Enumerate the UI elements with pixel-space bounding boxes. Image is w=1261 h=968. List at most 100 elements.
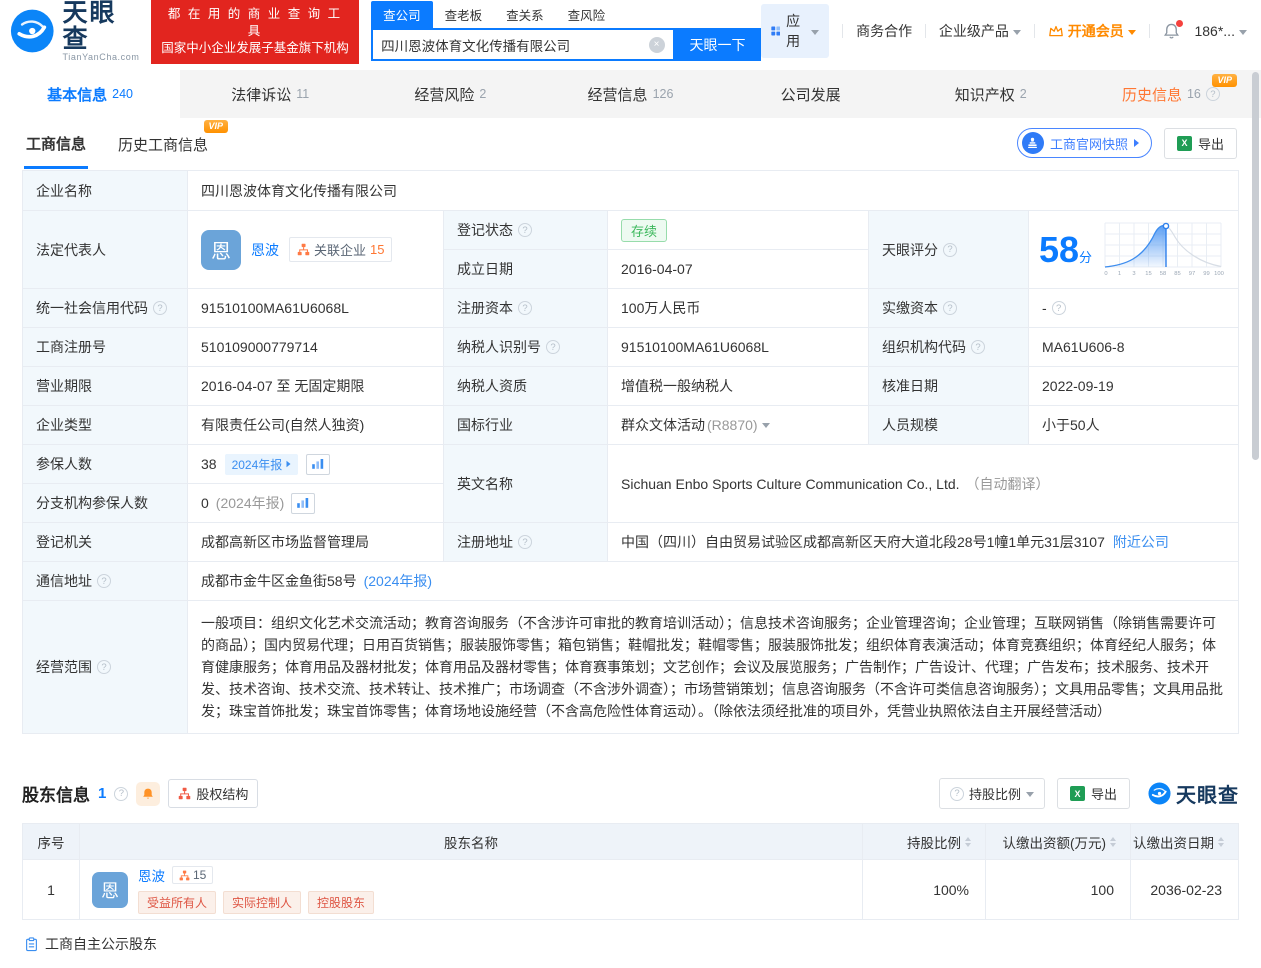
notifications-button[interactable] <box>1162 22 1181 41</box>
export-label: 导出 <box>1198 134 1224 153</box>
help-icon <box>950 787 964 801</box>
search-tab-company[interactable]: 查公司 <box>371 1 433 28</box>
help-icon[interactable] <box>153 301 167 315</box>
enterprise-product-label: 企业级产品 <box>939 21 1009 41</box>
help-icon[interactable] <box>97 660 111 674</box>
subtab-history-business-info[interactable]: VIP 历史工商信息 <box>116 119 210 167</box>
help-icon[interactable] <box>114 787 128 801</box>
tianyancha-logo[interactable]: 天眼查 TianYanCha.com <box>10 0 141 62</box>
col-amount-sort[interactable]: 认缴出资额(万元) <box>986 824 1131 860</box>
tag-controlling-shareholder[interactable]: 控股股东 <box>308 891 374 914</box>
tag-beneficial-owner[interactable]: 受益所有人 <box>138 891 216 914</box>
field-value-company-type: 有限责任公司(自然人独资) <box>188 406 444 445</box>
vertical-scrollbar[interactable] <box>1252 72 1259 460</box>
shareholders-header-row: 序号 股东名称 持股比例 认缴出资额(万元) 认缴出资日期 <box>23 824 1239 860</box>
tab-count: 2 <box>479 87 486 101</box>
help-icon[interactable] <box>546 340 560 354</box>
chevron-down-icon <box>1026 792 1034 797</box>
branch-report-note: (2024年报) <box>216 493 284 513</box>
related-companies-count: 15 <box>370 242 384 257</box>
tab-operation-info[interactable]: 经营信息 126 <box>540 70 720 118</box>
field-label-industry: 国标行业 <box>444 406 608 445</box>
business-coop-link[interactable]: 商务合作 <box>856 21 912 41</box>
field-value-score[interactable]: 58分 0 1 3 15 58 85 97 <box>1029 211 1239 289</box>
tab-label: 知识产权 <box>955 84 1015 105</box>
score-value: 58 <box>1039 229 1079 270</box>
tab-operation-risk[interactable]: 经营风险 2 <box>360 70 540 118</box>
brand-domain: TianYanCha.com <box>63 52 141 62</box>
help-icon[interactable] <box>518 223 532 237</box>
branch-insured-trend-chart-button[interactable] <box>291 493 315 514</box>
related-companies-badge[interactable]: 关联企业 15 <box>289 237 392 262</box>
field-value-company-name: 四川恩波体育文化传播有限公司 <box>188 171 1239 211</box>
field-value-org-code: MA61U606-8 <box>1029 328 1239 367</box>
subtab-business-info[interactable]: 工商信息 <box>24 118 88 169</box>
nearby-companies-link[interactable]: 附近公司 <box>1113 532 1169 552</box>
chevron-down-icon <box>811 30 819 35</box>
col-ratio-sort[interactable]: 持股比例 <box>863 824 986 860</box>
related-companies-count: 15 <box>193 868 206 882</box>
search-tab-boss[interactable]: 查老板 <box>433 1 495 28</box>
svg-text:97: 97 <box>1189 271 1195 277</box>
search-button[interactable]: 天眼一下 <box>675 28 761 61</box>
export-label: 导出 <box>1091 784 1117 803</box>
bar-chart-icon <box>296 497 310 509</box>
equity-structure-button[interactable]: 股权结构 <box>168 779 258 808</box>
vip-upgrade-menu[interactable]: 开通会员 <box>1048 21 1136 41</box>
search-tab-relation[interactable]: 查关系 <box>494 1 556 28</box>
divider <box>1034 24 1035 38</box>
chevron-down-icon <box>1239 30 1247 35</box>
enterprise-product-menu[interactable]: 企业级产品 <box>939 21 1021 41</box>
shareholder-avatar[interactable]: 恩 <box>92 872 128 908</box>
related-companies-badge[interactable]: 15 <box>172 866 213 884</box>
help-icon[interactable] <box>1052 301 1066 315</box>
chevron-down-icon[interactable] <box>762 423 770 428</box>
tab-basic-info[interactable]: 基本信息 240 <box>0 70 180 118</box>
field-label-insured: 参保人数 <box>23 445 188 484</box>
bell-icon <box>141 787 155 801</box>
field-value-approval-date: 2022-09-19 <box>1029 367 1239 406</box>
help-icon[interactable] <box>97 574 111 588</box>
legal-rep-name-link[interactable]: 恩波 <box>251 240 279 260</box>
shareholder-name-link[interactable]: 恩波 <box>138 865 165 885</box>
tab-label: 历史信息 <box>1122 84 1182 105</box>
tab-label: 经营信息 <box>588 84 648 105</box>
tab-legal-proceedings[interactable]: 法律诉讼 11 <box>180 70 360 118</box>
help-icon[interactable] <box>518 301 532 315</box>
holding-ratio-dropdown[interactable]: 持股比例 <box>939 778 1045 809</box>
help-icon[interactable] <box>518 535 532 549</box>
tag-actual-controller[interactable]: 实际控制人 <box>223 891 301 914</box>
tab-history-info[interactable]: VIP 历史信息 16 <box>1081 70 1261 118</box>
field-label-uscc: 统一社会信用代码 <box>23 289 188 328</box>
field-label-org-code: 组织机构代码 <box>869 328 1029 367</box>
account-menu[interactable]: 186*... <box>1194 23 1246 39</box>
status-badge: 存续 <box>621 219 667 242</box>
apps-menu[interactable]: 应用 <box>761 4 830 58</box>
help-icon[interactable] <box>971 340 985 354</box>
shareholder-seq: 1 <box>23 860 80 920</box>
annual-report-pill[interactable]: 2024年报 <box>225 454 299 475</box>
tab-company-development[interactable]: 公司发展 <box>721 70 901 118</box>
score-curve-chart: 0 1 3 15 58 85 97 99 100 <box>1102 221 1224 279</box>
export-button[interactable]: 导出 <box>1164 128 1237 159</box>
field-label-term: 营业期限 <box>23 367 188 406</box>
tab-intellectual-property[interactable]: 知识产权 2 <box>901 70 1081 118</box>
help-icon[interactable] <box>943 243 957 257</box>
col-date-sort[interactable]: 认缴出资日期 <box>1131 824 1239 860</box>
help-icon[interactable] <box>943 301 957 315</box>
monitor-bell-button[interactable] <box>136 782 160 806</box>
clipboard-icon <box>24 937 39 952</box>
insured-trend-chart-button[interactable] <box>306 454 330 475</box>
sort-icon <box>965 837 971 847</box>
shareholders-export-button[interactable]: 导出 <box>1057 778 1130 809</box>
official-snapshot-button[interactable]: 工商官网快照 <box>1017 128 1152 158</box>
search-tab-risk[interactable]: 查风险 <box>556 1 618 28</box>
field-value-reg-authority: 成都高新区市场监督管理局 <box>188 523 444 562</box>
mail-address-report-link[interactable]: (2024年报) <box>364 571 432 591</box>
help-icon[interactable] <box>1206 87 1220 101</box>
field-value-reg-status: 存续 <box>608 211 869 250</box>
tab-count: 126 <box>653 87 674 101</box>
legal-rep-avatar[interactable]: 恩 <box>201 230 241 270</box>
search-input[interactable] <box>381 37 648 52</box>
clear-search-icon[interactable] <box>649 37 665 53</box>
